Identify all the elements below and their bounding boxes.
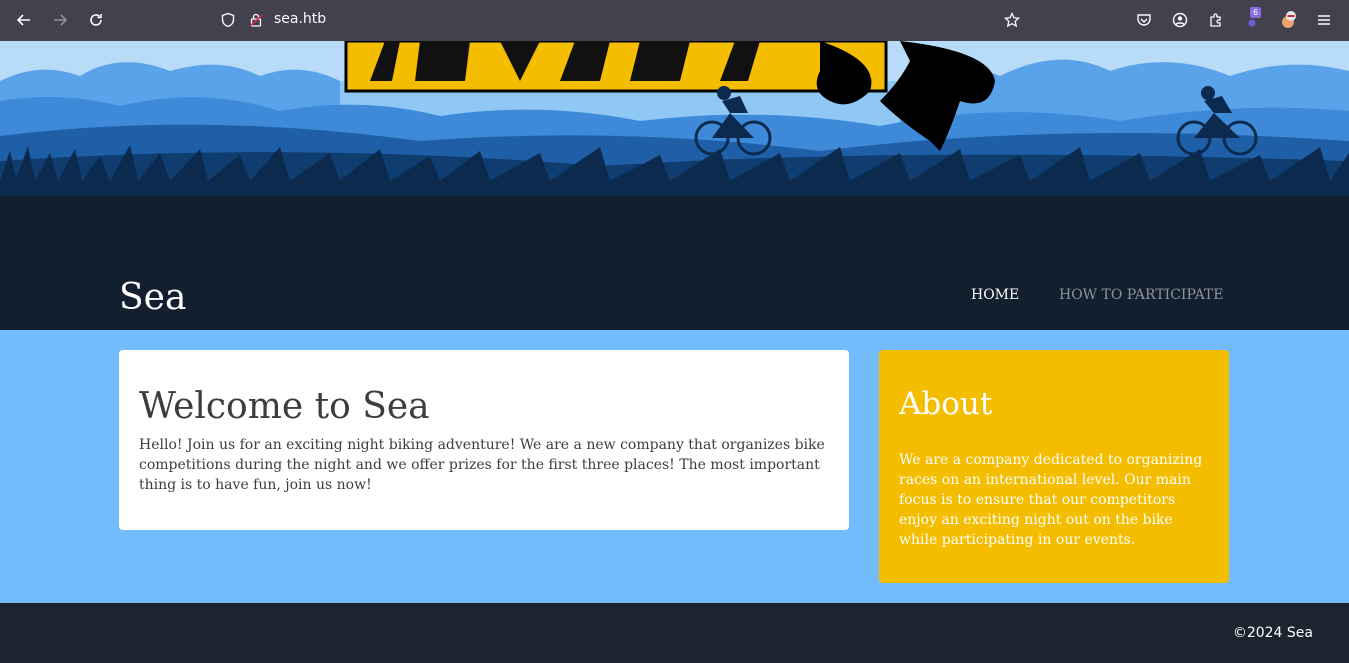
- pocket-icon[interactable]: [1132, 8, 1156, 32]
- about-text: We are a company dedicated to organizing…: [899, 452, 1203, 548]
- address-bar[interactable]: sea.htb: [274, 11, 326, 27]
- nav-home-link[interactable]: HOME: [971, 287, 1019, 303]
- forward-icon[interactable]: [48, 8, 72, 32]
- extension-badge: 6: [1250, 7, 1262, 18]
- welcome-text: Hello! Join us for an exciting night bik…: [139, 437, 825, 493]
- ublock-icon[interactable]: [1276, 8, 1300, 32]
- welcome-heading: Welcome to Sea: [139, 386, 430, 427]
- reload-icon[interactable]: [84, 8, 108, 32]
- lock-icon[interactable]: [244, 8, 268, 32]
- nav-how-to-participate-link[interactable]: HOW TO PARTICIPATE: [1059, 287, 1223, 303]
- footer: ©2024 Sea: [0, 603, 1349, 663]
- about-heading: About: [899, 386, 993, 422]
- back-icon[interactable]: [12, 8, 36, 32]
- copyright-text: ©2024 Sea: [1232, 625, 1313, 641]
- main-content: Welcome to Sea Hello! Join us for an exc…: [0, 330, 1349, 603]
- welcome-card: Welcome to Sea Hello! Join us for an exc…: [119, 350, 849, 530]
- browser-toolbar: sea.htb 6: [0, 0, 1349, 41]
- site-title[interactable]: Sea: [119, 277, 186, 318]
- account-icon[interactable]: [1168, 8, 1192, 32]
- bookmark-star-icon[interactable]: [1000, 8, 1024, 32]
- tracking-shield-icon[interactable]: [216, 8, 240, 32]
- about-card: About We are a company dedicated to orga…: [879, 350, 1229, 583]
- extensions-icon[interactable]: [1204, 8, 1228, 32]
- menu-icon[interactable]: [1312, 8, 1336, 32]
- hero-banner: Sea HOME HOW TO PARTICIPATE: [0, 41, 1349, 330]
